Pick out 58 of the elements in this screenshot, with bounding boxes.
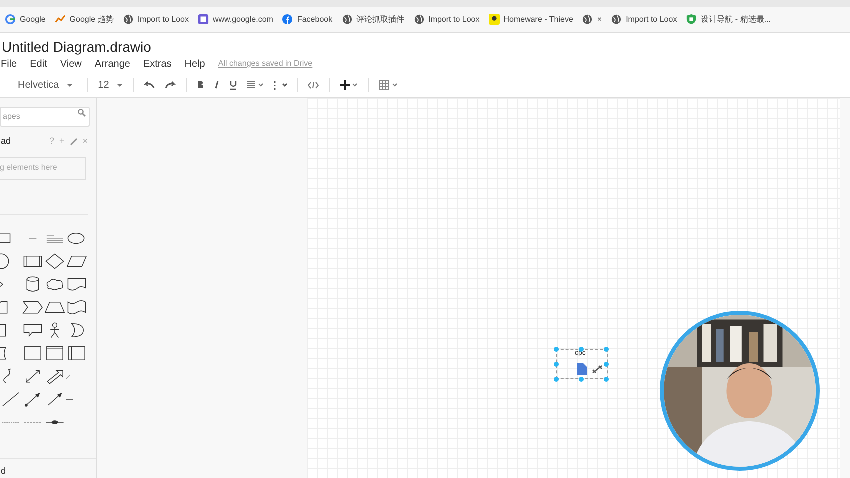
menu-item[interactable]: Help	[184, 56, 206, 72]
font-size-dropdown[interactable]: 12	[98, 78, 124, 92]
app-icon	[198, 14, 209, 25]
globe-icon	[582, 14, 594, 25]
document-icon[interactable]	[577, 363, 587, 375]
menu-item[interactable]: View	[60, 56, 82, 72]
globe-icon	[414, 14, 425, 25]
diagram-title[interactable]: Untitled Diagram.drawio	[2, 36, 152, 58]
facebook-icon	[282, 14, 294, 25]
bookmark-link[interactable]: ×	[582, 14, 602, 26]
bookmark-link[interactable]: Google	[5, 14, 46, 26]
insert-icon[interactable]	[340, 80, 358, 90]
bookmark-link[interactable]: Import to Loox	[122, 14, 189, 26]
globe-icon	[122, 14, 134, 25]
resize-handle[interactable]	[604, 377, 609, 382]
redo-icon[interactable]	[165, 81, 176, 89]
menu-item[interactable]: Arrange	[94, 56, 130, 72]
table-icon[interactable]	[379, 80, 400, 90]
bookmark-link[interactable]: 设计导航 - 精选最...	[686, 14, 771, 26]
search-icon	[78, 109, 86, 117]
align-icon[interactable]	[247, 81, 264, 89]
resize-handle[interactable]	[554, 377, 559, 382]
globe-icon	[611, 14, 622, 25]
resize-handle[interactable]	[604, 347, 609, 352]
vertical-align-icon[interactable]	[273, 80, 288, 90]
bookmark-link[interactable]: Google 趋势	[54, 14, 114, 26]
trend-icon	[54, 14, 66, 25]
font-dropdown[interactable]: Helvetica	[18, 78, 74, 92]
scratchpad-title[interactable]: ad	[1, 135, 12, 148]
shield-icon	[686, 14, 698, 25]
globe-icon	[342, 14, 353, 25]
bookmark-link[interactable]: www.google.com	[198, 14, 274, 26]
resize-handle[interactable]	[554, 362, 559, 367]
resize-handle[interactable]	[579, 377, 584, 382]
menu-item[interactable]: Extras	[143, 56, 172, 72]
bookmark-link[interactable]: Facebook	[282, 14, 333, 26]
google-icon	[5, 14, 16, 25]
bookmark-link[interactable]: Import to Loox	[414, 14, 480, 26]
caret-icon	[67, 84, 74, 86]
drop-hint: g elements here	[0, 162, 58, 174]
bold-icon[interactable]	[197, 81, 204, 89]
edit-icon[interactable]	[70, 138, 78, 146]
resize-handle[interactable]	[604, 362, 609, 367]
search-field[interactable]: apes	[0, 106, 90, 126]
italic-icon[interactable]	[214, 81, 220, 89]
resize-handle[interactable]	[579, 347, 584, 352]
menu-item[interactable]: File	[1, 56, 18, 72]
shape-category-title[interactable]: d	[1, 464, 6, 478]
undo-icon[interactable]	[144, 81, 156, 89]
resize-handle[interactable]	[554, 347, 559, 352]
link-icon[interactable]	[592, 365, 603, 374]
underline-icon[interactable]	[230, 80, 238, 90]
bookmark-link[interactable]: Import to Loox	[611, 14, 678, 26]
caret-icon	[117, 84, 124, 86]
menu-item[interactable]: Edit	[30, 56, 48, 72]
code-icon[interactable]	[308, 82, 320, 88]
bookmark-link[interactable]: Homeware - Thieve	[488, 14, 574, 26]
bookmark-link[interactable]: 评论抓取插件	[342, 14, 405, 26]
